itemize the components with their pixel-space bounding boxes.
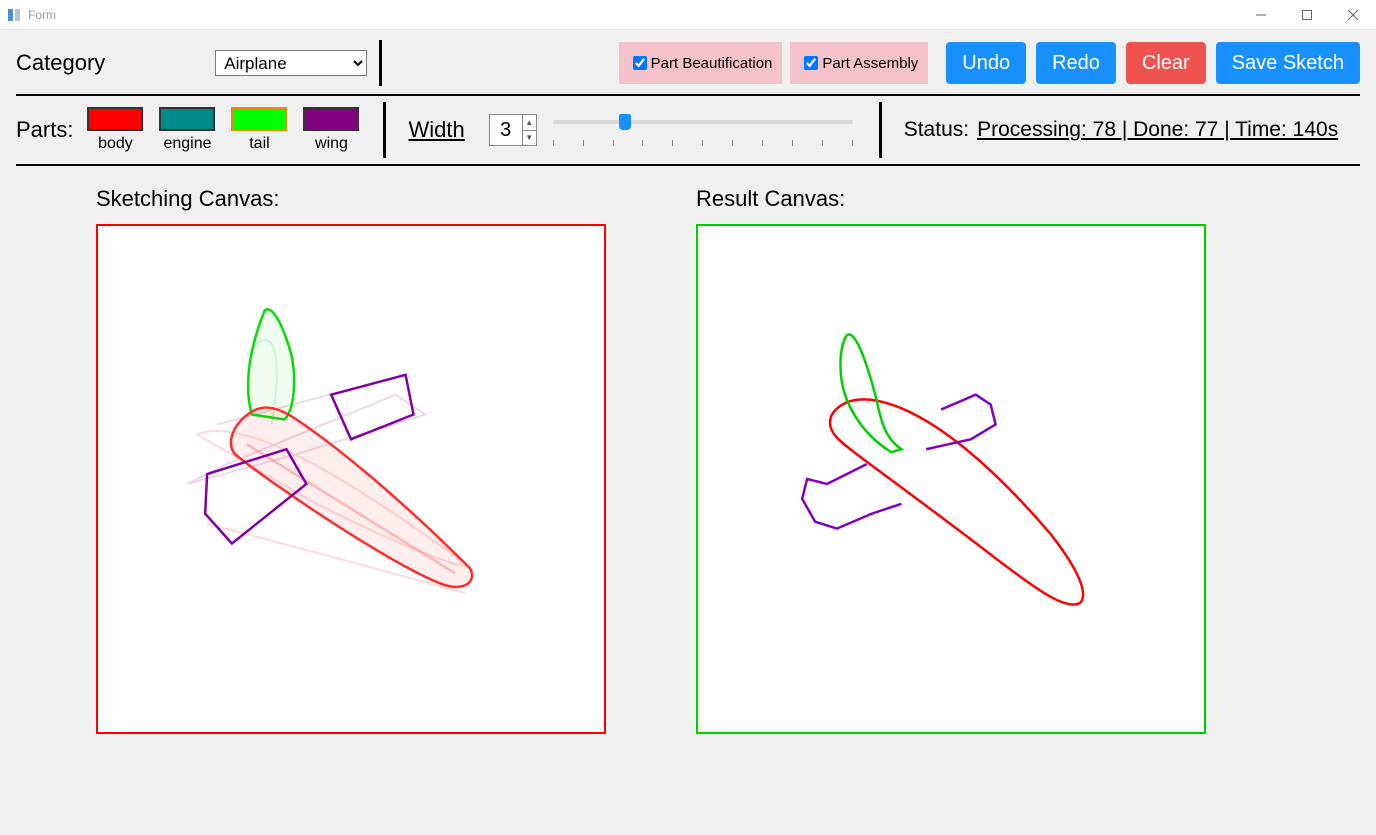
status-label: Status:: [904, 118, 969, 142]
parts-label: Parts:: [16, 117, 73, 143]
part-assembly-label: Part Assembly: [822, 55, 918, 72]
part-beautification-checkbox[interactable]: [633, 56, 647, 70]
part-swatch-engine[interactable]: engine: [159, 107, 215, 153]
swatch-engine[interactable]: [159, 107, 215, 131]
divider: [379, 40, 382, 86]
width-value: 3: [490, 115, 522, 145]
spinner-down-icon[interactable]: ▼: [523, 131, 536, 146]
swatch-body[interactable]: [87, 107, 143, 131]
spinner-up-icon[interactable]: ▲: [523, 115, 536, 131]
close-button[interactable]: [1330, 0, 1376, 29]
divider: [879, 102, 882, 158]
status-text: Processing: 78 | Done: 77 | Time: 140s: [977, 118, 1338, 142]
part-assembly-checkbox[interactable]: [804, 56, 818, 70]
width-spinner[interactable]: 3 ▲ ▼: [489, 114, 537, 146]
toolbar-row-2: Parts: body engine tail wing Width 3 ▲ ▼ St…: [16, 96, 1360, 166]
maximize-button[interactable]: [1284, 0, 1330, 29]
slider-thumb[interactable]: [619, 114, 631, 130]
category-select[interactable]: Airplane: [215, 50, 367, 76]
sketching-canvas-label: Sketching Canvas:: [96, 186, 606, 212]
part-label: wing: [315, 135, 348, 153]
app-icon: [6, 7, 22, 23]
category-label: Category: [16, 50, 105, 76]
part-beautification-label: Part Beautification: [651, 55, 773, 72]
sketching-canvas[interactable]: [96, 224, 606, 734]
swatch-wing[interactable]: [303, 107, 359, 131]
minimize-button[interactable]: [1238, 0, 1284, 29]
window-title: Form: [28, 8, 1238, 22]
part-label: tail: [249, 135, 269, 153]
result-canvas: [696, 224, 1206, 734]
clear-button[interactable]: Clear: [1126, 42, 1206, 84]
canvas-row: Sketching Canvas:: [16, 166, 1360, 734]
sketch-drawing: [98, 226, 604, 732]
part-swatch-tail[interactable]: tail: [231, 107, 287, 153]
result-drawing: [698, 226, 1204, 732]
part-assembly-toggle[interactable]: Part Assembly: [790, 42, 928, 84]
toolbar-row-1: Category Airplane Part Beautification Pa…: [16, 38, 1360, 96]
redo-button[interactable]: Redo: [1036, 42, 1116, 84]
part-label: engine: [163, 135, 211, 153]
swatch-tail[interactable]: [231, 107, 287, 131]
part-beautification-toggle[interactable]: Part Beautification: [619, 42, 783, 84]
result-canvas-label: Result Canvas:: [696, 186, 1206, 212]
undo-button[interactable]: Undo: [946, 42, 1026, 84]
title-bar: Form: [0, 0, 1376, 30]
save-sketch-button[interactable]: Save Sketch: [1216, 42, 1360, 84]
width-label: Width: [408, 117, 464, 143]
width-slider[interactable]: [553, 110, 853, 150]
part-swatch-body[interactable]: body: [87, 107, 143, 153]
part-swatch-wing[interactable]: wing: [303, 107, 359, 153]
divider: [383, 102, 386, 158]
part-label: body: [98, 135, 133, 153]
